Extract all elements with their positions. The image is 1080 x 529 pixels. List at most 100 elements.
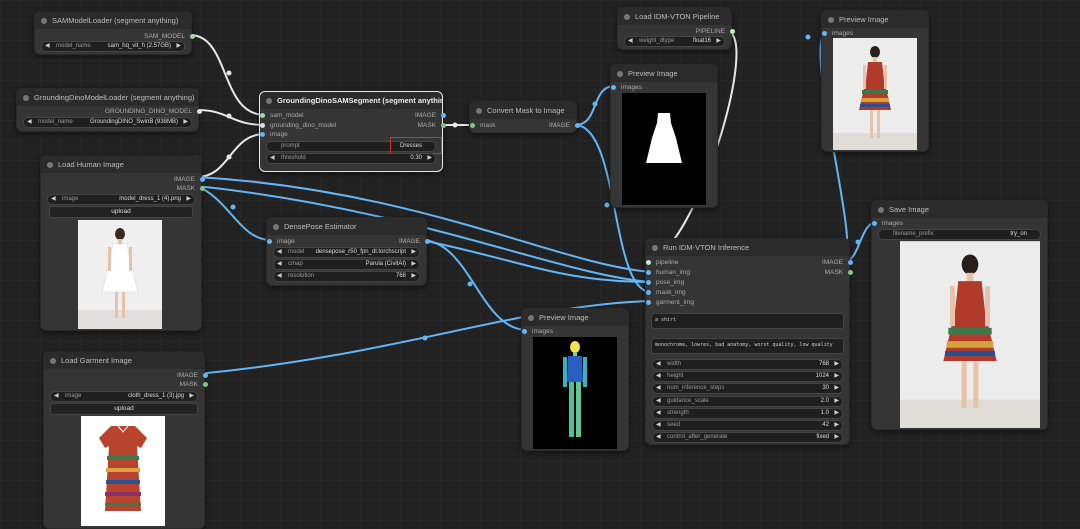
arrow-left-icon[interactable]: ◀ [51,195,56,204]
widget-control-after-generate[interactable]: ◀ control_after_generate fixed ▶ [652,432,843,444]
output-mask[interactable]: MASK [825,268,853,277]
negative-prompt-textarea[interactable]: monochrome, lowres, bad anatomy, worst q… [651,338,844,354]
output-slot-dot[interactable] [200,186,205,191]
densepose-estimator-node[interactable]: DensePose Estimator image IMAGE ◀ model de… [266,217,430,286]
output-slot-dot[interactable] [441,113,446,118]
output-image[interactable]: IMAGE [549,121,580,130]
run-idm-vton-inference-node[interactable]: Run IDM-VTON Inference pipeline human_im… [645,238,853,445]
output-slot-dot[interactable] [197,109,202,114]
input-pipeline[interactable]: pipeline [646,258,678,267]
node-title[interactable]: Save Image [872,201,1047,218]
arrow-left-icon[interactable]: ◀ [277,260,282,269]
input-image[interactable]: image [260,130,288,139]
output-slot-dot[interactable] [203,382,208,387]
input-garment-img[interactable]: garment_img [646,298,694,307]
input-slot-dot[interactable] [267,239,272,244]
widget-width[interactable]: ◀ width 768 ▶ [652,359,843,370]
arrow-left-icon[interactable]: ◀ [277,272,282,281]
preview-image-pose-node[interactable]: Preview Image images [521,308,629,451]
input-image[interactable]: image [267,237,295,246]
model-name-combo[interactable]: ◀ model_name sam_hq_vit_h (2.57GB) ▶ [41,41,185,52]
node-title[interactable]: Run IDM-VTON Inference [646,239,849,256]
output-image[interactable]: IMAGE [174,175,205,184]
load-idm-vton-pipeline-node[interactable]: Load IDM-VTON Pipeline PIPELINE ◀ weight_… [617,7,735,50]
arrow-right-icon[interactable]: ▶ [411,272,416,281]
node-title[interactable]: GroundingDinoModelLoader (segment anythi… [17,89,198,106]
load-human-image-node[interactable]: Load Human Image IMAGE MASK ◀ image model_… [40,155,205,331]
resolution-slider[interactable]: ◀ resolution 768 ▶ [273,271,420,282]
arrow-right-icon[interactable]: ▶ [834,433,839,442]
grounding-dino-loader-node[interactable]: GroundingDinoModelLoader (segment anythi… [16,88,202,132]
arrow-right-icon[interactable]: ▶ [716,37,721,46]
arrow-left-icon[interactable]: ◀ [656,409,661,418]
grounding-dino-sam-segment-node[interactable]: GroundingDinoSAMSegment (segment anythin… [259,91,446,172]
output-image[interactable]: IMAGE [415,111,446,120]
arrow-right-icon[interactable]: ▶ [176,42,181,51]
node-title[interactable]: SAMModelLoader (segment anything) [35,12,191,29]
image-combo[interactable]: ◀ image model_dress_1 (4).png ▶ [47,194,195,205]
arrow-left-icon[interactable]: ◀ [27,118,32,127]
widget-strength[interactable]: ◀ strength 1.0 ▶ [652,407,843,419]
prompt-textarea[interactable]: a shirt [651,313,844,329]
threshold-slider[interactable]: ◀ threshold 0.30 ▶ [266,153,436,164]
input-mask-img[interactable]: mask_img [646,288,686,297]
input-slot-dot[interactable] [611,85,616,90]
output-slot-dot[interactable] [425,239,430,244]
arrow-right-icon[interactable]: ▶ [834,409,839,418]
widget-num-inference-steps[interactable]: ◀ num_inference_steps 30 ▶ [652,383,843,395]
arrow-right-icon[interactable]: ▶ [834,421,839,430]
widget-seed[interactable]: ◀ seed 42 ▶ [652,420,843,431]
input-slot-dot[interactable] [260,123,265,128]
output-slot-dot[interactable] [200,177,205,182]
input-images[interactable]: images [822,29,853,38]
input-slot-dot[interactable] [822,31,827,36]
input-slot-dot[interactable] [872,221,877,226]
input-sam-model[interactable]: sam_model [260,111,304,120]
image-combo[interactable]: ◀ image cloth_dress_1 (3).jpg ▶ [50,391,198,402]
arrow-left-icon[interactable]: ◀ [45,42,50,51]
arrow-left-icon[interactable]: ◀ [656,384,661,393]
convert-mask-to-image-node[interactable]: Convert Mask to Image mask IMAGE [469,101,580,133]
input-mask[interactable]: mask [470,121,496,130]
arrow-right-icon[interactable]: ▶ [834,372,839,381]
load-garment-image-node[interactable]: Load Garment Image IMAGE MASK ◀ image clot… [43,351,208,529]
arrow-right-icon[interactable]: ▶ [834,384,839,393]
output-slot-dot[interactable] [441,123,446,128]
arrow-right-icon[interactable]: ▶ [427,154,432,163]
widget-height[interactable]: ◀ height 1024 ▶ [652,371,843,383]
arrow-right-icon[interactable]: ▶ [183,118,188,127]
cmap-combo[interactable]: ◀ cmap Parula (CivitAI) ▶ [273,259,420,270]
model-combo[interactable]: ◀ model densepose_r50_fpn_dl.torchscript ▶ [273,247,420,258]
arrow-right-icon[interactable]: ▶ [411,260,416,269]
filename-prefix-field[interactable]: filename_prefix try_on [878,229,1041,240]
model-name-combo[interactable]: ◀ model_name GroundingDINO_SwinB (938MB) ▶ [23,117,192,128]
arrow-left-icon[interactable]: ◀ [277,248,282,257]
arrow-right-icon[interactable]: ▶ [186,195,191,204]
arrow-left-icon[interactable]: ◀ [54,392,59,401]
node-title[interactable]: Convert Mask to Image [470,102,576,119]
preview-image-mask-node[interactable]: Preview Image images [610,64,718,208]
output-image[interactable]: IMAGE [399,237,430,246]
arrow-left-icon[interactable]: ◀ [656,433,661,442]
output-slot-dot[interactable] [730,29,735,34]
arrow-left-icon[interactable]: ◀ [628,37,633,46]
input-slot-dot[interactable] [646,280,651,285]
input-slot-dot[interactable] [522,329,527,334]
node-title[interactable]: Load IDM-VTON Pipeline [618,8,731,25]
arrow-left-icon[interactable]: ◀ [656,360,661,369]
output-mask[interactable]: MASK [418,121,446,130]
input-pose-img[interactable]: pose_img [646,278,684,287]
output-slot-dot[interactable] [575,123,580,128]
arrow-right-icon[interactable]: ▶ [834,397,839,406]
arrow-left-icon[interactable]: ◀ [656,421,661,430]
input-slot-dot[interactable] [646,290,651,295]
output-slot-dot[interactable] [848,260,853,265]
input-slot-dot[interactable] [470,123,475,128]
output-image[interactable]: IMAGE [822,258,853,267]
output-pipeline[interactable]: PIPELINE [696,27,735,36]
input-grounding-dino-model[interactable]: grounding_dino_model [260,121,336,130]
node-title[interactable]: Load Human Image [41,156,201,173]
output-slot-dot[interactable] [848,270,853,275]
input-images[interactable]: images [611,83,642,92]
node-title[interactable]: Preview Image [522,309,628,326]
